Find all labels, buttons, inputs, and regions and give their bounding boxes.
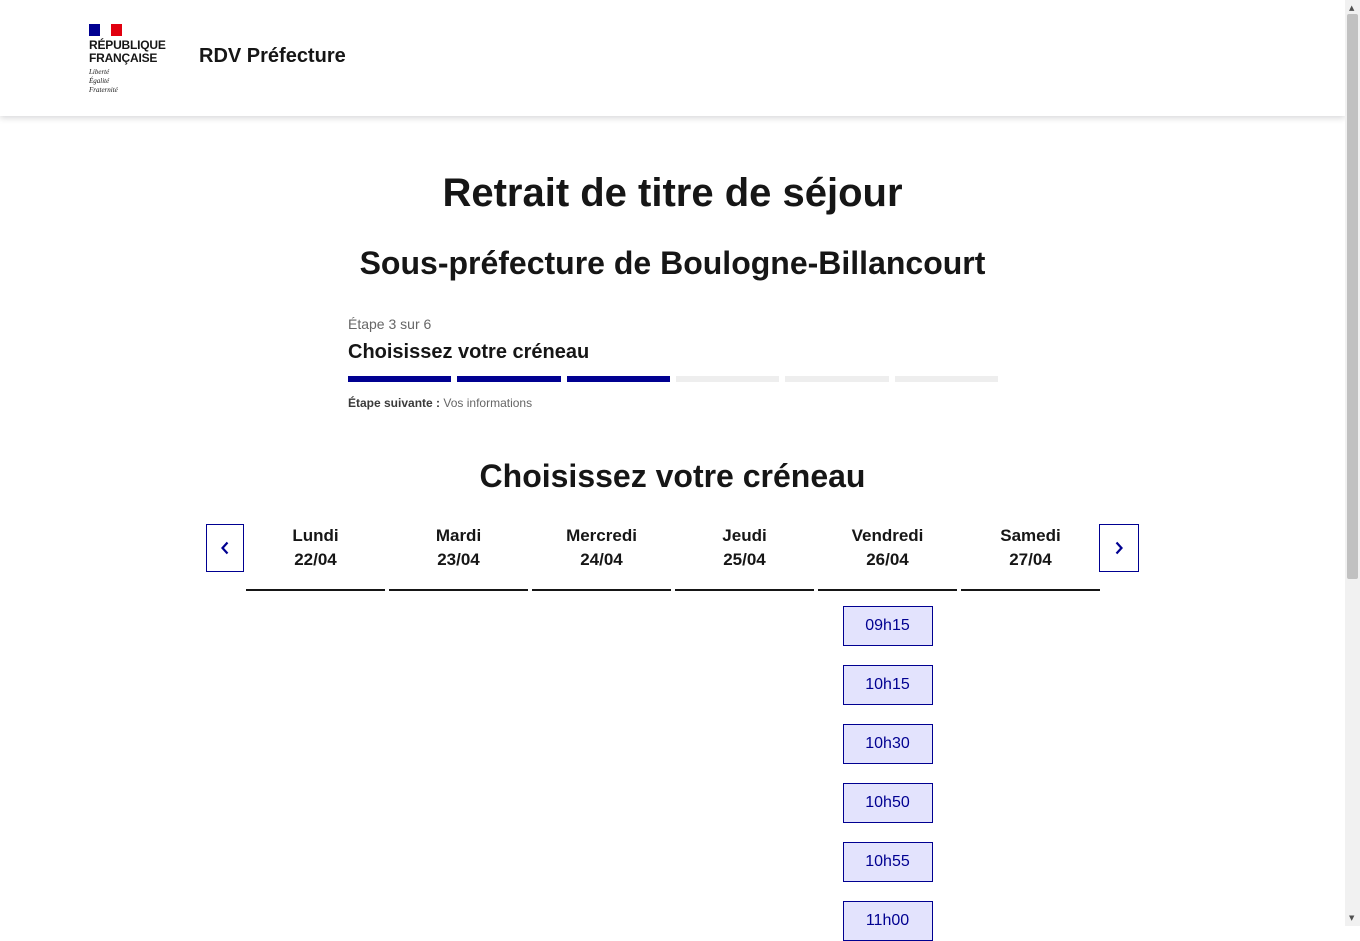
scroll-up-arrow-icon[interactable]: ▲ (1349, 4, 1354, 12)
time-slot-button[interactable]: 10h55 (842, 842, 933, 882)
slot-list (532, 591, 671, 606)
stepper-state: Étape 3 sur 6 (348, 316, 432, 332)
stepper: Étape 3 sur 6 Choisissez votre créneau É… (348, 316, 998, 410)
calendar-days: Lundi 22/04 Mardi 23/04 Mercredi 24/04 Jeudi 25… (246, 524, 1100, 941)
stepper-progress (348, 376, 998, 382)
time-slot-button[interactable]: 09h15 (842, 606, 933, 646)
next-days-button[interactable] (1099, 524, 1139, 572)
day-date: 26/04 (866, 550, 909, 569)
day-column: Lundi 22/04 (246, 524, 385, 941)
day-date: 22/04 (294, 550, 337, 569)
slot-list (961, 591, 1100, 606)
day-header: Mardi 23/04 (389, 524, 528, 591)
stepper-segment (894, 376, 998, 382)
page-scrollbar[interactable]: ▲ ▼ (1345, 0, 1360, 926)
stepper-title: Choisissez votre créneau (348, 341, 590, 363)
stepper-next-value: Vos informations (443, 396, 533, 410)
page-subtitle: Sous-préfecture de Boulogne-Billancourt (359, 245, 986, 281)
day-column: Mardi 23/04 (389, 524, 528, 941)
stepper-next-label: Étape suivante : (348, 396, 441, 410)
scrollbar-thumb[interactable] (1347, 14, 1358, 579)
day-header: Jeudi 25/04 (675, 524, 814, 591)
day-name: Jeudi (722, 526, 767, 545)
day-header: Vendredi 26/04 (818, 524, 957, 591)
day-header: Samedi 27/04 (961, 524, 1100, 591)
time-slot-button[interactable]: 10h50 (842, 783, 933, 823)
day-header: Lundi 22/04 (246, 524, 385, 591)
slot-list (246, 591, 385, 606)
slot-list: 09h15 10h15 10h30 10h50 10h55 11h00 (818, 591, 957, 941)
day-name: Lundi (292, 526, 339, 545)
day-name: Mardi (435, 526, 482, 545)
stepper-segment (785, 376, 889, 382)
time-slot-button[interactable]: 10h15 (842, 665, 933, 705)
scroll-down-arrow-icon[interactable]: ▼ (1349, 914, 1354, 922)
logo-motto: Liberté Égalité Fraternité (89, 68, 118, 94)
chevron-left-icon (221, 541, 229, 555)
stepper-segment (566, 376, 670, 382)
day-date: 24/04 (580, 550, 623, 569)
day-column: Jeudi 25/04 (675, 524, 814, 941)
site-header: RÉPUBLIQUE FRANÇAISE Liberté Égalité Fra… (0, 0, 1345, 116)
slot-list (389, 591, 528, 606)
stepper-segment (348, 376, 452, 382)
day-date: 25/04 (723, 550, 766, 569)
day-column: Vendredi 26/04 09h15 10h15 10h30 10h50 10h55 11… (818, 524, 957, 941)
republique-francaise-logo[interactable]: RÉPUBLIQUE FRANÇAISE Liberté Égalité Fra… (89, 24, 179, 95)
previous-days-button[interactable] (206, 524, 244, 572)
stepper-segment (675, 376, 780, 382)
day-column: Mercredi 24/04 (532, 524, 671, 941)
chevron-right-icon (1115, 541, 1123, 555)
day-name: Vendredi (851, 526, 924, 545)
slot-list (675, 591, 814, 606)
french-flag-icon (89, 24, 122, 36)
day-column: Samedi 27/04 (961, 524, 1100, 941)
day-date: 27/04 (1009, 550, 1052, 569)
stepper-segment (457, 376, 561, 382)
day-name: Mercredi (566, 526, 637, 545)
day-name: Samedi (1000, 526, 1061, 545)
time-slot-button[interactable]: 11h00 (842, 901, 933, 941)
logo-text: RÉPUBLIQUE FRANÇAISE (89, 38, 166, 65)
calendar-title: Choisissez votre créneau (479, 458, 866, 494)
time-slot-button[interactable]: 10h30 (842, 724, 933, 764)
stepper-next-step: Étape suivante : Vos informations (348, 396, 998, 410)
site-title[interactable]: RDV Préfecture (199, 45, 346, 68)
day-header: Mercredi 24/04 (532, 524, 671, 591)
page-title: Retrait de titre de séjour (442, 171, 903, 215)
day-date: 23/04 (437, 550, 480, 569)
